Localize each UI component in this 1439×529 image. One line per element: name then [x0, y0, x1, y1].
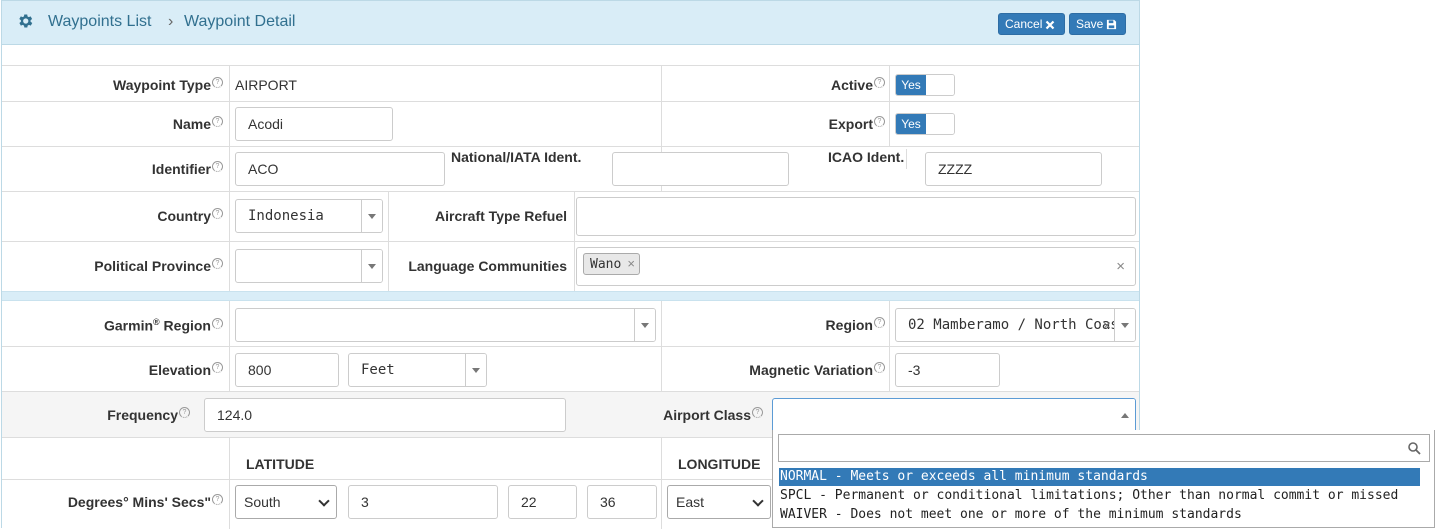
- chevron-down-icon: [465, 354, 486, 386]
- help-icon[interactable]: ?: [212, 208, 223, 219]
- icao-input[interactable]: ZZZZ: [925, 152, 1102, 186]
- export-toggle[interactable]: Yes: [895, 113, 955, 135]
- help-icon[interactable]: ?: [212, 77, 223, 88]
- airport-class-dropdown: NORMAL - Meets or exceeds all minimum st…: [772, 430, 1435, 528]
- elevation-unit-select[interactable]: Feet: [348, 353, 487, 387]
- help-icon[interactable]: ?: [212, 258, 223, 269]
- elevation-label: Elevation?: [149, 362, 223, 378]
- coordinates-label: Degrees° Mins' Secs"?: [68, 494, 223, 510]
- help-icon[interactable]: ?: [179, 407, 190, 418]
- dropdown-option-waiver[interactable]: WAIVER - Does not meet one or more of th…: [779, 506, 1420, 524]
- region-select[interactable]: 02 Mamberamo / North Coast ×: [895, 308, 1136, 342]
- magnetic-variation-label: Magnetic Variation?: [749, 362, 885, 378]
- breadcrumb-current: Waypoint Detail: [184, 13, 296, 30]
- identifier-input[interactable]: ACO: [235, 152, 445, 186]
- aircraft-type-refuel-label: Aircraft Type Refuel: [435, 208, 567, 224]
- help-icon[interactable]: ?: [212, 494, 223, 505]
- identifier-label: Identifier?: [152, 161, 223, 177]
- help-icon[interactable]: ?: [874, 317, 885, 328]
- political-province-select[interactable]: [235, 249, 383, 283]
- help-icon[interactable]: ?: [752, 407, 763, 418]
- waypoint-type-label: Waypoint Type?: [113, 77, 223, 93]
- dropdown-search-input[interactable]: [778, 434, 1430, 462]
- language-communities-input[interactable]: Wano × ×: [576, 247, 1136, 286]
- name-label: Name?: [173, 116, 223, 132]
- chevron-down-icon: [361, 250, 382, 282]
- help-icon[interactable]: ?: [874, 116, 885, 127]
- latitude-degrees-input[interactable]: 3: [348, 485, 498, 519]
- save-label: Save: [1076, 17, 1104, 31]
- icao-label: ICAO Ident.: [828, 149, 905, 165]
- airport-class-label: Airport Class?: [663, 407, 763, 423]
- gear-icon[interactable]: [16, 12, 34, 30]
- tag-wano: Wano ×: [583, 253, 640, 275]
- latitude-direction-select[interactable]: South: [235, 485, 337, 519]
- close-icon: [1046, 20, 1055, 30]
- elevation-unit-value: Feet: [361, 362, 395, 378]
- remove-tag-icon[interactable]: ×: [627, 256, 635, 271]
- export-toggle-on: Yes: [896, 114, 926, 134]
- export-label: Export?: [829, 116, 885, 132]
- help-icon[interactable]: ?: [212, 362, 223, 373]
- national-iata-input[interactable]: [612, 152, 789, 186]
- latitude-seconds-input[interactable]: 36: [587, 485, 657, 519]
- longitude-header: LONGITUDE: [678, 456, 761, 472]
- political-province-label: Political Province?: [94, 258, 223, 274]
- help-icon[interactable]: ?: [212, 161, 223, 172]
- clear-all-icon[interactable]: ×: [1116, 251, 1125, 283]
- latitude-header: LATITUDE: [246, 456, 315, 472]
- country-value: Indonesia: [248, 208, 324, 224]
- save-button[interactable]: Save: [1069, 13, 1126, 35]
- frequency-input[interactable]: 124.0: [204, 398, 566, 432]
- chevron-down-icon: [634, 309, 655, 341]
- dropdown-option-spcl[interactable]: SPCL - Permanent or conditional limitati…: [779, 487, 1420, 505]
- help-icon[interactable]: ?: [212, 317, 223, 329]
- cancel-button[interactable]: Cancel: [998, 13, 1065, 35]
- latitude-minutes-input[interactable]: 22: [508, 485, 577, 519]
- longitude-direction-select[interactable]: East: [667, 485, 771, 519]
- aircraft-type-refuel-input[interactable]: [576, 197, 1136, 236]
- chevron-up-icon: [1115, 399, 1135, 431]
- breadcrumb-waypoints-list[interactable]: Waypoints List: [48, 13, 151, 31]
- chevron-down-icon: [361, 200, 382, 232]
- airport-class-select[interactable]: [772, 398, 1136, 432]
- panel-header: Waypoints List › Waypoint Detail Cancel …: [2, 1, 1139, 45]
- help-icon[interactable]: ?: [874, 77, 885, 88]
- garmin-region-select[interactable]: [235, 308, 656, 342]
- elevation-input[interactable]: 800: [235, 353, 339, 387]
- tag-label: Wano: [590, 257, 622, 272]
- clear-icon[interactable]: ×: [1103, 309, 1111, 341]
- help-icon[interactable]: ?: [212, 116, 223, 127]
- active-label: Active?: [831, 77, 885, 93]
- frequency-label: Frequency?: [107, 407, 190, 423]
- country-select[interactable]: Indonesia: [235, 199, 383, 233]
- region-label: Region?: [826, 317, 885, 333]
- active-toggle-on: Yes: [896, 75, 926, 95]
- dropdown-option-normal[interactable]: NORMAL - Meets or exceeds all minimum st…: [779, 468, 1420, 486]
- cancel-label: Cancel: [1005, 17, 1043, 31]
- chevron-down-icon: [1114, 309, 1135, 341]
- region-value: 02 Mamberamo / North Coast: [908, 317, 1128, 333]
- active-toggle[interactable]: Yes: [895, 74, 955, 96]
- country-label: Country?: [157, 208, 223, 224]
- search-icon: [1408, 442, 1421, 455]
- help-icon[interactable]: ?: [874, 362, 885, 373]
- waypoint-type-value: AIRPORT: [235, 77, 297, 93]
- garmin-region-label: Garmin® Region?: [104, 317, 223, 334]
- magnetic-variation-input[interactable]: -3: [895, 353, 1000, 387]
- language-communities-label: Language Communities: [408, 258, 567, 274]
- breadcrumb-separator: ›: [168, 13, 174, 30]
- floppy-disk-icon: [1107, 19, 1117, 30]
- name-input[interactable]: Acodi: [235, 107, 393, 141]
- national-iata-label: National/IATA Ident.: [451, 149, 582, 165]
